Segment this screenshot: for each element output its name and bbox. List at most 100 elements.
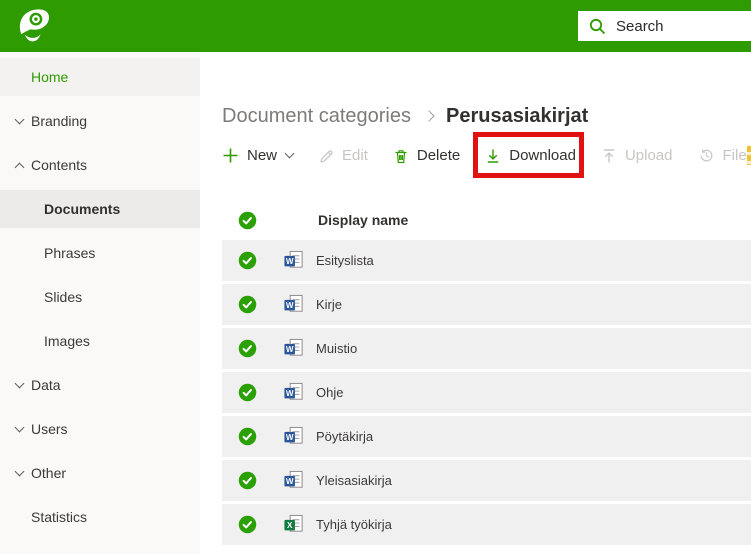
expand-chevron-icon[interactable]	[12, 290, 26, 304]
table-row[interactable]: W Ohje	[222, 372, 751, 413]
sidebar-item[interactable]: Slides	[0, 278, 200, 316]
sidebar-nav: Home Branding Contents Documents	[0, 52, 200, 554]
selected-check-icon[interactable]	[238, 515, 257, 534]
selected-check-icon[interactable]	[238, 427, 257, 446]
sidebar-item-label: Images	[44, 333, 90, 349]
sidebar-item[interactable]: Users	[0, 410, 200, 448]
file-type-icon: W	[283, 382, 304, 403]
table-header-row: Display name	[222, 200, 751, 240]
expand-chevron-icon[interactable]	[12, 422, 26, 436]
table-row[interactable]: W Yleisasiakirja	[222, 460, 751, 501]
breadcrumb: Document categories Perusasiakirjat	[222, 102, 588, 130]
sidebar-item-label: Data	[31, 377, 61, 393]
sidebar-item[interactable]: Other	[0, 454, 200, 492]
table-row[interactable]: W Pöytäkirja	[222, 416, 751, 457]
upload-button-label: Upload	[625, 147, 673, 164]
new-button[interactable]: New	[222, 139, 293, 172]
history-icon	[698, 147, 715, 164]
table-row[interactable]: W Muistio	[222, 328, 751, 369]
column-header-display-name[interactable]: Display name	[318, 212, 408, 228]
sidebar-item-label: Slides	[44, 289, 82, 305]
chameleon-logo-icon[interactable]	[13, 4, 57, 48]
document-name: Ohje	[316, 385, 343, 400]
expand-chevron-icon[interactable]	[12, 70, 26, 84]
search-icon	[589, 18, 606, 35]
breadcrumb-parent[interactable]: Document categories	[222, 105, 411, 128]
file-badge-letter: X	[287, 521, 293, 530]
sidebar-item[interactable]: Contents	[0, 146, 200, 184]
file-badge-letter: W	[286, 345, 294, 354]
document-name: Yleisasiakirja	[316, 473, 392, 488]
download-icon	[485, 148, 501, 164]
file-type-icon: W	[283, 470, 304, 491]
delete-button[interactable]: Delete	[393, 139, 460, 172]
chevron-down-icon	[285, 149, 295, 159]
select-all-check-icon[interactable]	[238, 211, 257, 230]
file-badge-letter: W	[286, 389, 294, 398]
expand-chevron-icon[interactable]	[12, 466, 26, 480]
top-bar	[0, 0, 751, 52]
table-row[interactable]: X Tyhjä työkirja	[222, 504, 751, 545]
file-badge-letter: W	[286, 477, 294, 486]
expand-chevron-icon[interactable]	[12, 246, 26, 260]
download-button-label: Download	[509, 147, 576, 164]
file-history-button[interactable]: File history	[698, 139, 751, 172]
sidebar-item[interactable]: Images	[0, 322, 200, 360]
search-input[interactable]	[614, 17, 736, 36]
file-type-icon: X	[283, 514, 304, 535]
sidebar-item[interactable]: Home	[0, 58, 200, 96]
selected-check-icon[interactable]	[238, 383, 257, 402]
document-name: Kirje	[316, 297, 342, 312]
breadcrumb-separator-icon	[423, 110, 434, 121]
trash-icon	[393, 148, 409, 164]
expand-chevron-icon[interactable]	[12, 202, 26, 216]
table-row[interactable]: W Kirje	[222, 284, 751, 325]
download-button[interactable]: Download	[485, 139, 576, 172]
file-badge-letter: W	[286, 433, 294, 442]
plus-icon	[222, 147, 239, 164]
sidebar-item-label: Contents	[31, 157, 87, 173]
new-button-label: New	[247, 147, 277, 164]
document-table: Display name W Esityslista	[222, 200, 751, 548]
sidebar-item[interactable]: Data	[0, 366, 200, 404]
file-type-icon: W	[283, 250, 304, 271]
sidebar-item[interactable]: Documents	[0, 190, 200, 228]
delete-button-label: Delete	[417, 147, 460, 164]
sidebar-item[interactable]: Statistics	[0, 498, 200, 536]
expand-chevron-icon[interactable]	[12, 114, 26, 128]
selected-check-icon[interactable]	[238, 295, 257, 314]
upload-icon	[601, 148, 617, 164]
sidebar-item-label: Users	[31, 421, 68, 437]
sidebar-item-label: Home	[31, 69, 68, 85]
expand-chevron-icon[interactable]	[12, 158, 26, 172]
edit-button[interactable]: Edit	[318, 139, 368, 172]
document-name: Tyhjä työkirja	[316, 517, 392, 532]
expand-chevron-icon[interactable]	[12, 510, 26, 524]
selected-check-icon[interactable]	[238, 471, 257, 490]
file-badge-letter: W	[286, 301, 294, 310]
table-row[interactable]: W Esityslista	[222, 240, 751, 281]
file-badge-letter: W	[286, 257, 294, 266]
table-body: W Esityslista W Kirje	[222, 240, 751, 545]
expand-chevron-icon[interactable]	[12, 378, 26, 392]
file-type-icon: W	[283, 338, 304, 359]
edit-button-label: Edit	[342, 147, 368, 164]
selected-check-icon[interactable]	[238, 339, 257, 358]
sidebar-item-label: Statistics	[31, 509, 87, 525]
file-type-icon: W	[283, 294, 304, 315]
sidebar-item-label: Other	[31, 465, 66, 481]
sidebar-item-label: Branding	[31, 113, 87, 129]
search-box[interactable]	[578, 11, 751, 41]
document-name: Muistio	[316, 341, 357, 356]
sidebar-item[interactable]: Branding	[0, 102, 200, 140]
cutoff-toolbar-icon	[747, 146, 751, 165]
command-toolbar: New Edit Delete Download Upload File his…	[222, 139, 751, 172]
file-type-icon: W	[283, 426, 304, 447]
document-name: Pöytäkirja	[316, 429, 373, 444]
pencil-icon	[318, 148, 334, 164]
document-name: Esityslista	[316, 253, 374, 268]
expand-chevron-icon[interactable]	[12, 334, 26, 348]
selected-check-icon[interactable]	[238, 251, 257, 270]
upload-button[interactable]: Upload	[601, 139, 673, 172]
sidebar-item[interactable]: Phrases	[0, 234, 200, 272]
